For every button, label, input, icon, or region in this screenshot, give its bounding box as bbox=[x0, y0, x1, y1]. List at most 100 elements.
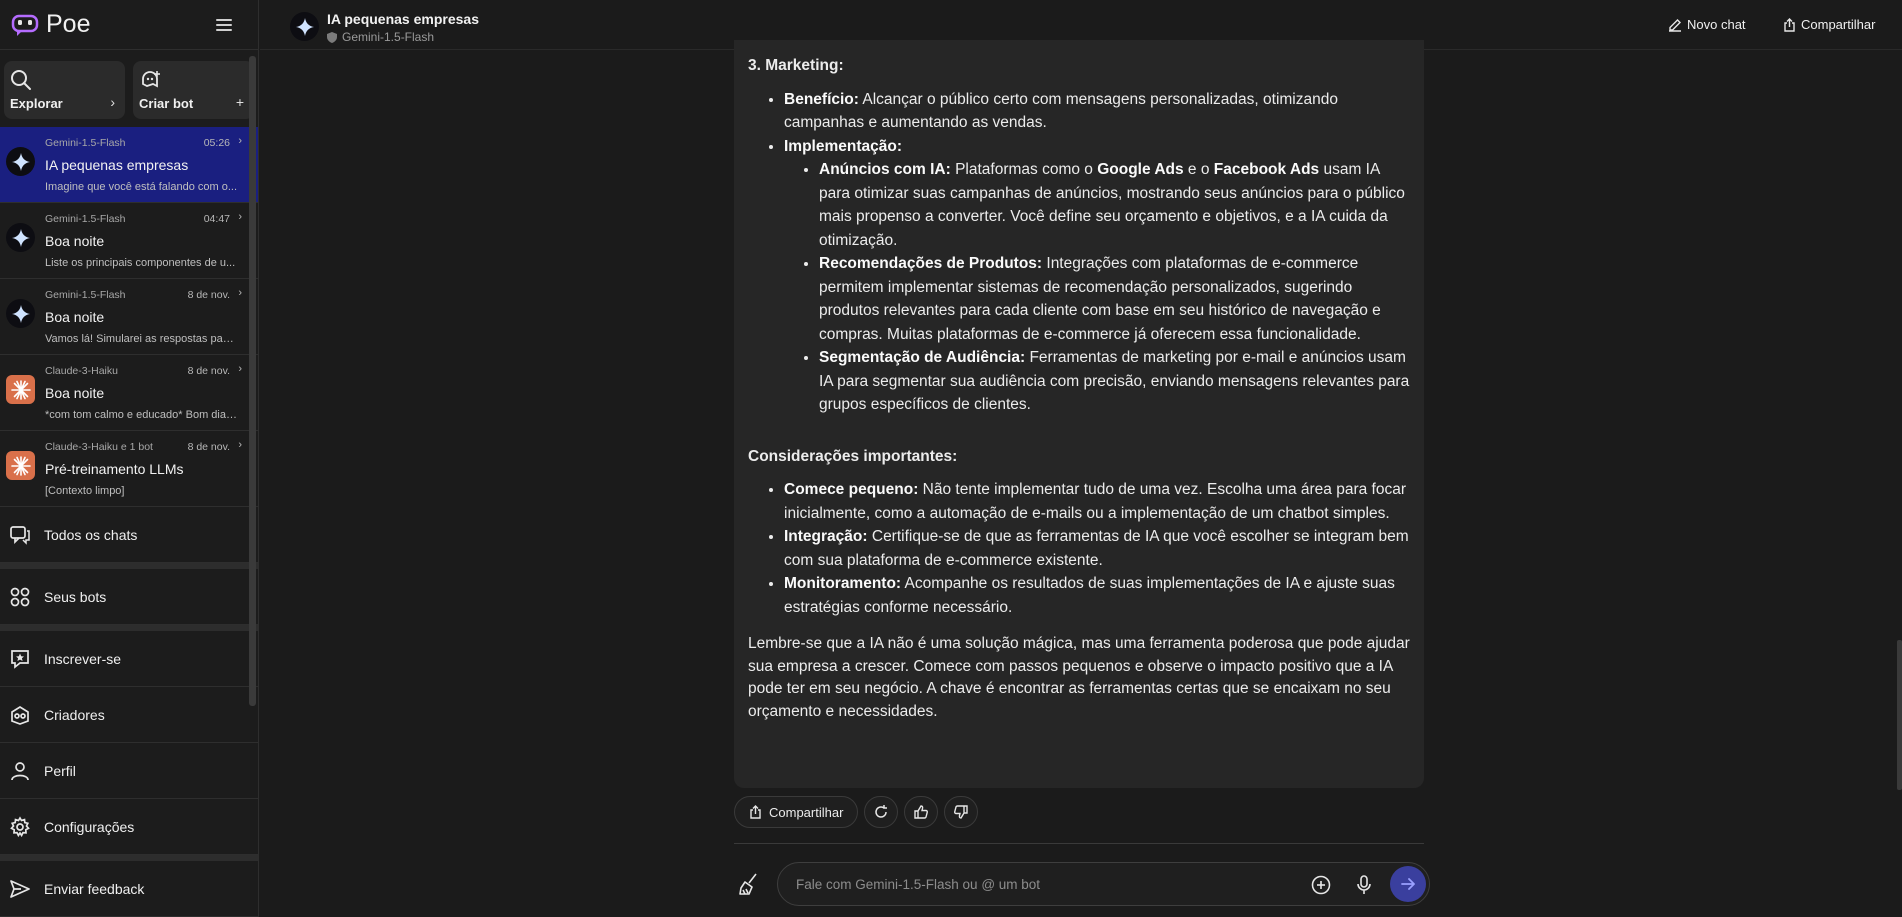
item-label: Implementação: bbox=[784, 137, 903, 155]
chat-bot-name: Gemini-1.5-Flash bbox=[45, 213, 126, 225]
message-input[interactable] bbox=[796, 863, 1276, 905]
share-icon bbox=[1784, 17, 1795, 32]
thumbs-up-button[interactable] bbox=[904, 796, 939, 828]
list-item: Segmentação de Audiência: Ferramentas de… bbox=[819, 346, 1410, 417]
list-item: Monitoramento: Acompanhe os resultados d… bbox=[784, 572, 1410, 619]
edit-icon bbox=[1669, 18, 1681, 32]
chat-title: Boa noite bbox=[45, 385, 105, 401]
share-icon bbox=[750, 805, 761, 819]
gemini-star-icon bbox=[11, 228, 30, 247]
new-chat-button[interactable]: Novo chat bbox=[1668, 17, 1746, 32]
item-text: Certifique-se de que as ferramentas de I… bbox=[784, 528, 1409, 569]
item-label: Monitoramento: bbox=[784, 575, 902, 592]
gemini-star-icon bbox=[11, 152, 30, 171]
chat-item[interactable]: Claude-3-Haiku e 1 bot 8 de nov. › Pré-t… bbox=[0, 431, 258, 507]
nav-label: Enviar feedback bbox=[44, 880, 145, 897]
chat-item[interactable]: Gemini-1.5-Flash 8 de nov. › Boa noite V… bbox=[0, 279, 258, 355]
chat-list: Gemini-1.5-Flash 05:26 › IA pequenas emp… bbox=[0, 127, 258, 507]
chat-preview: *com tom calmo e educado* Bom dia,... bbox=[45, 409, 237, 421]
explore-label: Explorar bbox=[10, 96, 63, 111]
bot-message: 3. Marketing: Benefício: Alcançar o públ… bbox=[734, 40, 1424, 788]
chat-item[interactable]: Gemini-1.5-Flash 04:47 › Boa noite Liste… bbox=[0, 203, 258, 279]
microphone-icon[interactable] bbox=[1353, 874, 1375, 896]
bot-avatar[interactable] bbox=[290, 12, 319, 41]
composer-divider bbox=[734, 843, 1424, 844]
claude-starburst-icon bbox=[10, 379, 31, 400]
retry-button[interactable] bbox=[864, 796, 899, 828]
nav-creators[interactable]: Criadores bbox=[0, 687, 258, 743]
nav-all-chats[interactable]: Todos os chats bbox=[0, 507, 258, 563]
search-icon bbox=[11, 70, 31, 90]
app-name: Poe bbox=[46, 10, 91, 38]
chat-title: Boa noite bbox=[45, 309, 105, 325]
chevron-right-icon: › bbox=[238, 363, 242, 375]
gear-icon bbox=[10, 815, 30, 837]
chevron-right-icon: › bbox=[238, 211, 242, 223]
share-chat-button[interactable]: Compartilhar bbox=[1783, 17, 1875, 32]
explore-button[interactable]: Explorar › bbox=[4, 61, 125, 119]
item-label: Benefício: bbox=[784, 90, 859, 108]
chat-item[interactable]: Gemini-1.5-Flash 05:26 › IA pequenas emp… bbox=[0, 127, 258, 203]
chat-item[interactable]: Claude-3-Haiku 8 de nov. › Boa noite *co… bbox=[0, 355, 258, 431]
thumbs-up-icon bbox=[914, 805, 929, 819]
chat-time: 05:26 bbox=[203, 137, 230, 149]
share-message-button[interactable]: Compartilhar bbox=[734, 796, 859, 828]
chat-preview: Imagine que você está falando com o... bbox=[45, 181, 237, 193]
chat-bot-name: Gemini-1.5-Flash bbox=[45, 289, 126, 301]
poe-logo[interactable]: Poe bbox=[10, 10, 90, 39]
nav-label: Seus bots bbox=[44, 588, 107, 605]
thumbs-down-button[interactable] bbox=[944, 796, 979, 828]
claude-avatar bbox=[6, 451, 35, 480]
chevron-right-icon: › bbox=[238, 135, 242, 147]
chat-bot-name: Claude-3-Haiku e 1 bot bbox=[45, 441, 153, 453]
nav-feedback[interactable]: Enviar feedback bbox=[0, 861, 258, 917]
sidebar-scrollbar[interactable] bbox=[249, 56, 256, 706]
bot-subtitle[interactable]: Gemini-1.5-Flash bbox=[327, 30, 434, 44]
gemini-avatar bbox=[6, 147, 35, 176]
item-text: Plataformas como o bbox=[950, 161, 1098, 178]
gemini-avatar bbox=[6, 223, 35, 252]
nav-label: Criadores bbox=[44, 706, 105, 723]
nav-label: Todos os chats bbox=[44, 526, 138, 543]
poe-logo-icon bbox=[11, 14, 39, 36]
item-bold: Google Ads bbox=[1097, 161, 1184, 178]
claude-starburst-icon bbox=[10, 455, 31, 476]
main-scrollbar[interactable] bbox=[1897, 640, 1902, 790]
new-chat-label: Novo chat bbox=[1687, 17, 1746, 32]
message-composer bbox=[777, 862, 1430, 906]
action-cards: Explorar › Criar bot + bbox=[0, 50, 258, 127]
share-label: Compartilhar bbox=[1801, 17, 1876, 32]
chat-time: 8 de nov. bbox=[187, 289, 230, 301]
chat-time: 04:47 bbox=[203, 213, 230, 225]
broom-icon[interactable] bbox=[736, 871, 762, 897]
nav-your-bots[interactable]: Seus bots bbox=[0, 569, 258, 625]
list-item: Recomendações de Produtos: Integrações c… bbox=[819, 252, 1410, 346]
chat-title[interactable]: IA pequenas empresas bbox=[327, 11, 479, 27]
add-circle-icon[interactable] bbox=[1310, 874, 1332, 896]
list-item: Implementação: Anúncios com IA: Platafor… bbox=[784, 135, 1410, 417]
send-button[interactable] bbox=[1390, 866, 1426, 902]
menu-icon[interactable] bbox=[216, 18, 232, 31]
list-item: Benefício: Alcançar o público certo com … bbox=[784, 88, 1410, 135]
item-label: Integração: bbox=[784, 528, 868, 545]
create-bot-label: Criar bot bbox=[139, 96, 194, 111]
nav-profile[interactable]: Perfil bbox=[0, 743, 258, 799]
item-bold: Facebook Ads bbox=[1213, 161, 1320, 178]
item-label: Anúncios com IA: bbox=[819, 161, 951, 178]
chevron-right-icon: › bbox=[110, 94, 115, 110]
chats-icon bbox=[10, 525, 30, 545]
chat-bot-name: Claude-3-Haiku bbox=[45, 365, 118, 377]
implementation-list: Anúncios com IA: Plataformas como o Goog… bbox=[784, 158, 1410, 417]
bot-name: Gemini-1.5-Flash bbox=[342, 30, 435, 44]
chat-time: 8 de nov. bbox=[187, 365, 230, 377]
list-item: Anúncios com IA: Plataformas como o Goog… bbox=[819, 158, 1410, 252]
nav-subscribe[interactable]: Inscrever-se bbox=[0, 631, 258, 687]
creators-icon bbox=[11, 705, 29, 725]
share-label: Compartilhar bbox=[769, 804, 844, 820]
nav-settings[interactable]: Configurações bbox=[0, 799, 258, 855]
create-bot-button[interactable]: Criar bot + bbox=[133, 61, 254, 119]
sidebar-header: Poe bbox=[0, 0, 258, 50]
nav-label: Inscrever-se bbox=[44, 650, 122, 667]
chevron-right-icon: › bbox=[238, 287, 242, 299]
chat-bot-name: Gemini-1.5-Flash bbox=[45, 137, 126, 149]
